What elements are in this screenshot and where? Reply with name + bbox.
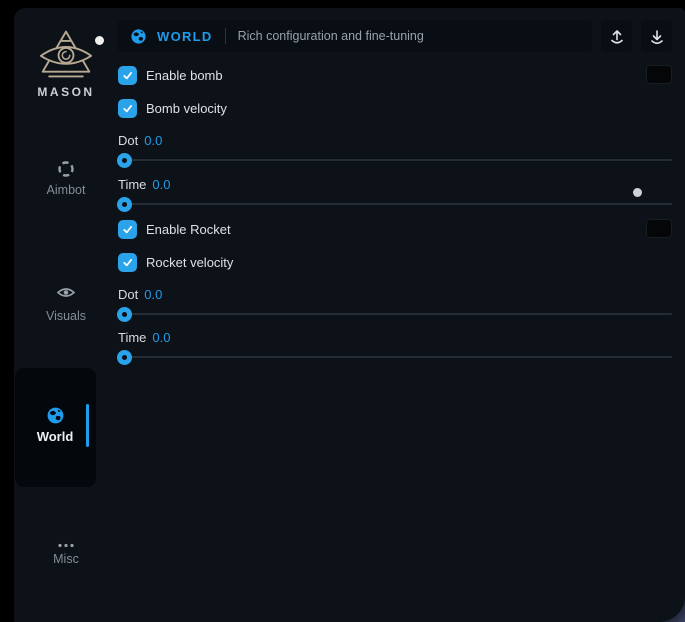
cursor-dot (633, 188, 642, 197)
slider-value: 0.0 (144, 133, 162, 148)
slider-track[interactable] (118, 356, 672, 358)
checkbox-enable-bomb[interactable] (118, 66, 137, 85)
checkbox-label: Rocket velocity (146, 255, 233, 270)
sidebar-item-visuals[interactable]: Visuals (14, 286, 118, 323)
sidebar-item-misc[interactable]: Misc (14, 535, 118, 566)
slider-track[interactable] (118, 159, 672, 161)
sidebar-item-label: Misc (14, 552, 118, 566)
slider-handle[interactable] (117, 197, 132, 212)
content-area: WORLD Rich configuration and fine-tuning (118, 8, 685, 622)
checkbox-bomb-velocity[interactable] (118, 99, 137, 118)
slider-handle[interactable] (117, 307, 132, 322)
slider-handle[interactable] (117, 350, 132, 365)
slider-label: Dot 0.0 (118, 133, 672, 147)
download-config-button[interactable] (641, 20, 672, 52)
sidebar-item-label: Visuals (14, 309, 118, 323)
crosshair-icon (14, 160, 118, 178)
slider-name: Dot (118, 287, 138, 302)
checkmark-icon (121, 102, 134, 115)
app-window: MASON Aimbot Visuals (0, 0, 685, 622)
eye-icon (14, 286, 118, 304)
page-subtitle: Rich configuration and fine-tuning (238, 29, 424, 43)
slider-value: 0.0 (144, 287, 162, 302)
slider-block: Dot 0.0 (118, 133, 672, 161)
slider-label: Dot 0.0 (118, 287, 672, 301)
slider-block: Time 0.0 (118, 330, 672, 358)
checkbox-rocket-velocity[interactable] (118, 253, 137, 272)
checkbox-enable-rocket[interactable] (118, 220, 137, 239)
checkmark-icon (121, 69, 134, 82)
slider-name: Time (118, 330, 146, 345)
color-swatch[interactable] (646, 65, 672, 84)
sidebar-item-world[interactable]: World (14, 406, 96, 444)
slider-value: 0.0 (152, 177, 170, 192)
checkbox-row: Bomb velocity (118, 98, 672, 118)
download-icon (649, 28, 665, 44)
slider-name: Time (118, 177, 146, 192)
checkbox-label: Enable bomb (146, 68, 223, 83)
logo-text: MASON (14, 85, 118, 99)
checkmark-icon (121, 256, 134, 269)
slider-track[interactable] (118, 313, 672, 315)
checkbox-row: Rocket velocity (118, 252, 672, 272)
globe-icon (130, 28, 147, 45)
cursor-dot (95, 36, 104, 45)
tab-header-bar: WORLD Rich configuration and fine-tuning (118, 20, 592, 52)
slider-block: Time 0.0 (118, 177, 672, 205)
slider-handle[interactable] (117, 153, 132, 168)
sidebar: MASON Aimbot Visuals (14, 8, 118, 622)
checkmark-icon (121, 223, 134, 236)
masonic-eye-pyramid-icon (14, 28, 118, 80)
globe-icon (14, 406, 96, 424)
upload-icon (609, 28, 625, 44)
ellipsis-icon (14, 535, 118, 547)
sidebar-item-label: World (14, 429, 96, 444)
sidebar-item-aimbot[interactable]: Aimbot (14, 160, 118, 197)
checkbox-label: Bomb velocity (146, 101, 227, 116)
page-title: WORLD (157, 29, 213, 44)
slider-label: Time 0.0 (118, 177, 672, 191)
slider-label: Time 0.0 (118, 330, 672, 344)
sidebar-item-label: Aimbot (14, 183, 118, 197)
slider-value: 0.0 (152, 330, 170, 345)
slider-track[interactable] (118, 203, 672, 205)
checkbox-row: Enable bomb (118, 65, 672, 85)
header-divider (225, 28, 226, 44)
checkbox-row: Enable Rocket (118, 219, 672, 239)
upload-config-button[interactable] (601, 20, 632, 52)
header: WORLD Rich configuration and fine-tuning (118, 20, 672, 52)
checkbox-label: Enable Rocket (146, 222, 231, 237)
slider-name: Dot (118, 133, 138, 148)
slider-block: Dot 0.0 (118, 287, 672, 315)
main-panel: MASON Aimbot Visuals (14, 8, 685, 622)
color-swatch[interactable] (646, 219, 672, 238)
